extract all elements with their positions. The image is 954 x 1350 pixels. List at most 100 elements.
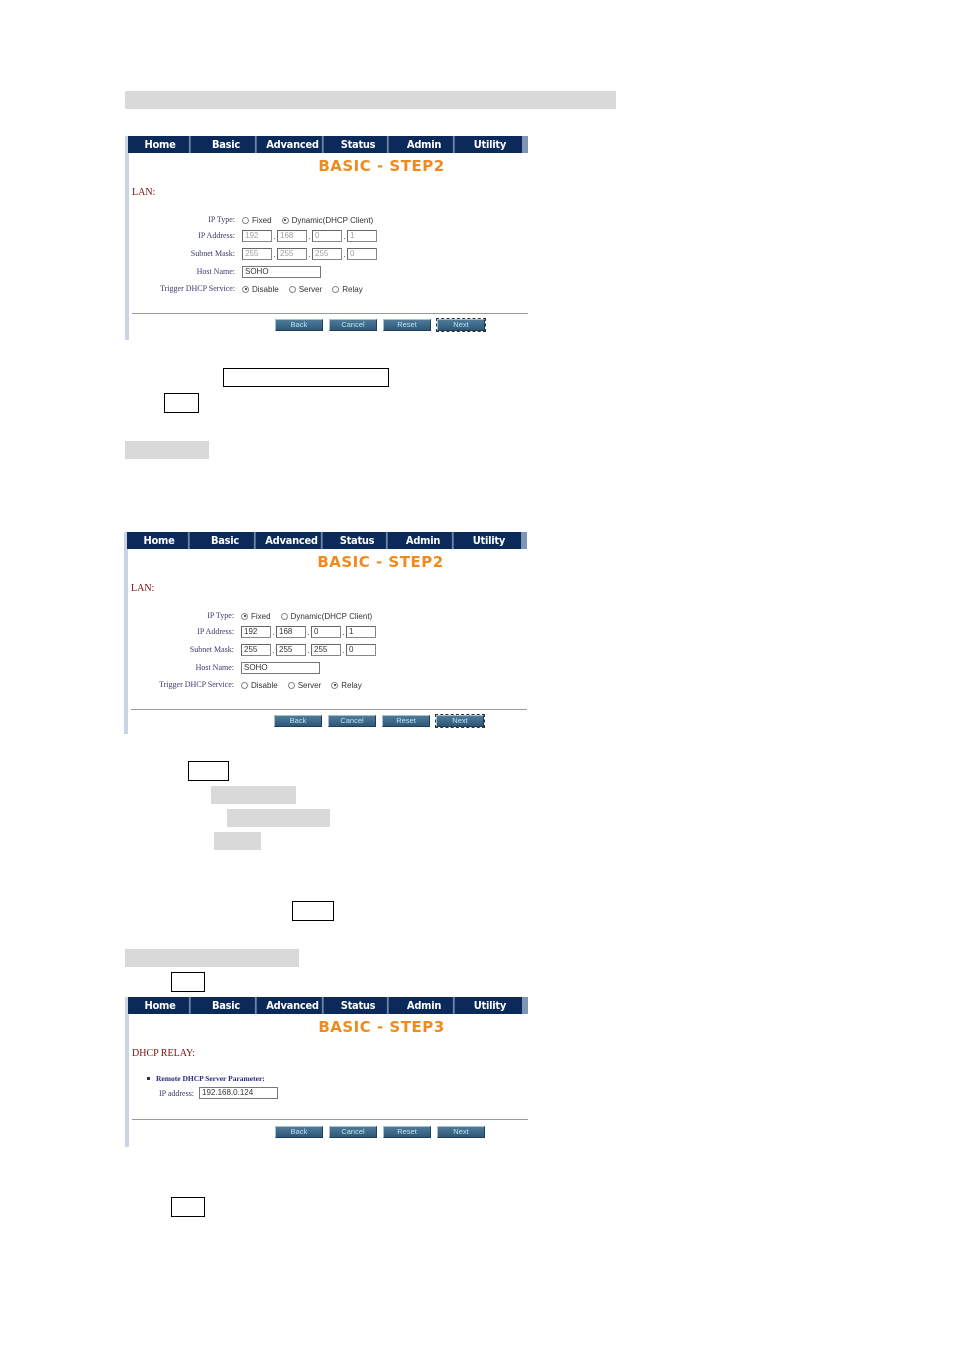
ip-octet-3-input[interactable]: 0 (312, 230, 342, 242)
nav-home[interactable]: Home (130, 532, 190, 549)
ip-octet-3-input[interactable]: 0 (311, 626, 341, 638)
redacted-callout-box-1 (223, 368, 389, 387)
radio-icon (242, 216, 249, 224)
divider (131, 709, 527, 710)
nav-admin[interactable]: Admin (395, 532, 454, 549)
cancel-button[interactable]: Cancel (328, 715, 376, 727)
nav-home[interactable]: Home (131, 136, 191, 153)
ip-octet-4-input[interactable]: 1 (347, 230, 377, 242)
host-name-label: Host Name: (195, 663, 234, 672)
cancel-button[interactable]: Cancel (329, 319, 377, 331)
mask-octet-3-input[interactable]: 255 (311, 644, 341, 656)
section-label-lan: LAN: (132, 187, 156, 198)
mask-octet-1-input[interactable]: 255 (242, 248, 272, 260)
nav-status[interactable]: Status (329, 532, 389, 549)
reset-button[interactable]: Reset (383, 319, 431, 331)
mask-octet-1-input[interactable]: 255 (241, 644, 271, 656)
radio-icon (287, 681, 295, 689)
button-row: Back Cancel Reset Next (275, 1126, 491, 1138)
subnet-mask-label: Subnet Mask: (189, 645, 234, 654)
ip-octet-2-input[interactable]: 168 (276, 626, 306, 638)
top-nav: Home Basic Advanced Status Admin Utility (127, 532, 527, 549)
dhcp-service-row: Trigger DHCP Service: Disable Server Rel… (125, 282, 528, 296)
mask-octet-4-input[interactable]: 0 (346, 644, 376, 656)
nav-basic[interactable]: Basic (197, 136, 257, 153)
reset-button[interactable]: Reset (382, 715, 430, 727)
reset-button[interactable]: Reset (383, 1126, 431, 1138)
ip-octet-1-input[interactable]: 192 (241, 626, 271, 638)
mask-octet-4-input[interactable]: 0 (347, 248, 377, 260)
nav-utility[interactable]: Utility (460, 532, 517, 549)
relay-ip-input[interactable]: 192.168.0.124 (199, 1087, 279, 1099)
top-nav: Home Basic Advanced Status Admin Utility (128, 136, 528, 153)
relay-ip-row: IP address: 192.168.0.124 (159, 1087, 279, 1099)
back-button[interactable]: Back (275, 1126, 323, 1138)
ip-type-dynamic-radio[interactable]: Dynamic(DHCP Client) (281, 216, 373, 225)
radio-checked-icon (331, 681, 339, 689)
nav-admin[interactable]: Admin (396, 136, 455, 153)
radio-icon (241, 681, 248, 689)
subnet-mask-row: Subnet Mask: 255. 255. 255. 0 (125, 247, 528, 261)
dhcp-server-radio[interactable]: Server (287, 681, 321, 690)
ip-type-label: IP Type: (207, 611, 234, 620)
ip-octet-1-input[interactable]: 192 (242, 230, 272, 242)
radio-checked-icon (242, 285, 249, 293)
dhcp-relay-radio[interactable]: Relay (332, 285, 363, 294)
section-label-lan: LAN: (131, 583, 155, 594)
nav-advanced[interactable]: Advanced (263, 136, 324, 153)
next-button[interactable]: Next (436, 318, 486, 332)
back-button[interactable]: Back (274, 715, 322, 727)
next-button[interactable]: Next (437, 1126, 485, 1138)
divider (132, 313, 528, 314)
dhcp-relay-radio[interactable]: Relay (331, 681, 362, 690)
mask-octet-2-input[interactable]: 255 (277, 248, 307, 260)
nav-utility[interactable]: Utility (461, 997, 518, 1014)
host-name-input[interactable]: SOHO (241, 662, 320, 674)
subnet-mask-row: Subnet Mask: 255. 255. 255. 0 (124, 643, 527, 657)
nav-admin[interactable]: Admin (396, 997, 455, 1014)
ip-octet-4-input[interactable]: 1 (346, 626, 376, 638)
redacted-heading-1 (125, 91, 616, 109)
ip-address-row: IP Address: 192. 168. 0. 1 (124, 625, 527, 639)
nav-advanced[interactable]: Advanced (263, 997, 324, 1014)
mask-octet-2-input[interactable]: 255 (276, 644, 306, 656)
dhcp-disable-radio[interactable]: Disable (242, 285, 279, 294)
ip-type-label: IP Type: (208, 215, 235, 224)
ip-octet-2-input[interactable]: 168 (277, 230, 307, 242)
nav-status[interactable]: Status (330, 136, 390, 153)
page-title: BASIC - STEP2 (317, 553, 444, 571)
nav-utility[interactable]: Utility (461, 136, 518, 153)
host-name-input[interactable]: SOHO (242, 266, 321, 278)
nav-home[interactable]: Home (131, 997, 191, 1014)
bullet-icon (147, 1077, 150, 1080)
button-row: Back Cancel Reset Next (274, 714, 490, 728)
ip-address-label: IP Address: (197, 627, 234, 636)
dhcp-disable-radio[interactable]: Disable (241, 681, 278, 690)
page-title: BASIC - STEP3 (318, 1018, 445, 1036)
radio-icon (280, 612, 288, 620)
cancel-button[interactable]: Cancel (329, 1126, 377, 1138)
router-panel-step2-fixed: Home Basic Advanced Status Admin Utility… (124, 532, 527, 734)
redacted-text-3 (214, 832, 261, 850)
nav-advanced[interactable]: Advanced (262, 532, 323, 549)
nav-status[interactable]: Status (330, 997, 390, 1014)
next-button[interactable]: Next (435, 714, 485, 728)
ip-type-fixed-radio[interactable]: Fixed (242, 216, 272, 225)
router-panel-step3-dhcp-relay: Home Basic Advanced Status Admin Utility… (125, 997, 528, 1147)
redacted-callout-box-5 (171, 972, 205, 992)
redacted-callout-box-2 (164, 393, 199, 413)
nav-basic[interactable]: Basic (196, 532, 256, 549)
dhcp-service-row: Trigger DHCP Service: Disable Server Rel… (124, 678, 527, 692)
ip-type-fixed-radio[interactable]: Fixed (241, 612, 271, 621)
nav-basic[interactable]: Basic (197, 997, 257, 1014)
ip-address-row: IP Address: 192. 168. 0. 1 (125, 229, 528, 243)
dhcp-server-radio[interactable]: Server (288, 285, 322, 294)
back-button[interactable]: Back (275, 319, 323, 331)
ip-type-dynamic-radio[interactable]: Dynamic(DHCP Client) (280, 612, 372, 621)
dhcp-service-label: Trigger DHCP Service: (160, 284, 235, 293)
mask-octet-3-input[interactable]: 255 (312, 248, 342, 260)
dhcp-service-label: Trigger DHCP Service: (159, 680, 234, 689)
relay-ip-label: IP address: (159, 1088, 195, 1098)
top-nav: Home Basic Advanced Status Admin Utility (128, 997, 528, 1014)
remote-dhcp-param-heading: Remote DHCP Server Parameter: (147, 1074, 265, 1083)
